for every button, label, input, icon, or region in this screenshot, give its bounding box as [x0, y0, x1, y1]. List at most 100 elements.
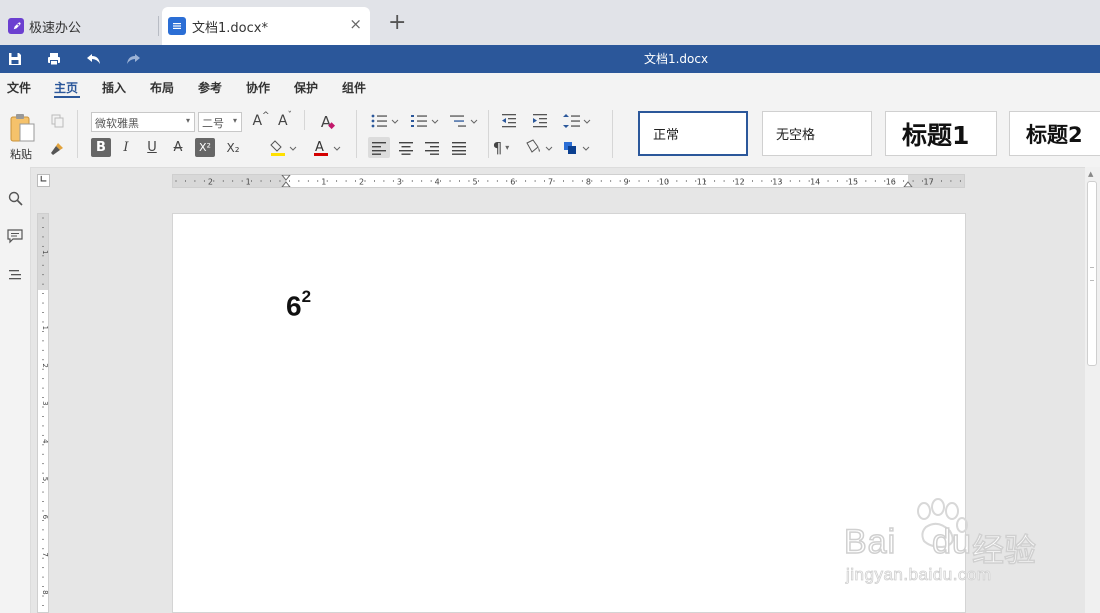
rocket-icon [8, 18, 24, 34]
ruler-label: 3 [397, 178, 402, 187]
subscript-button[interactable]: X₂ [222, 138, 244, 157]
shading-icon[interactable] [522, 137, 554, 158]
ruler-label: 5 [472, 178, 477, 187]
bullet-list-icon[interactable] [370, 112, 400, 130]
divider [612, 110, 613, 158]
format-painter-icon[interactable] [48, 140, 66, 158]
baidu-watermark: Baixxdu 经验 jingyan.baidu.com [842, 497, 1052, 597]
style-heading-2[interactable]: 标题2 [1009, 111, 1100, 156]
font-color-button[interactable]: A [313, 138, 343, 157]
numbered-list-icon[interactable] [410, 112, 440, 130]
decrease-indent-icon[interactable] [500, 112, 518, 130]
menu-layout[interactable]: 布局 [150, 79, 174, 96]
ruler-label: 10 [659, 178, 669, 187]
style-heading-1[interactable]: 标题1 [885, 111, 997, 156]
menu-home[interactable]: 主页 [54, 79, 78, 96]
document-icon [168, 17, 186, 35]
ruler-label: 16 [886, 178, 896, 187]
save-icon[interactable] [6, 50, 24, 68]
ruler-label: 15 [848, 178, 858, 187]
menu-protect[interactable]: 保护 [294, 79, 318, 96]
font-color-icon: A [314, 140, 341, 156]
divider [356, 110, 357, 158]
ruler-label: 1 [246, 178, 251, 187]
document-text[interactable]: 62 [286, 287, 311, 322]
strikethrough-button[interactable]: A [169, 138, 187, 157]
multilevel-list-icon[interactable] [449, 112, 479, 130]
align-center-icon[interactable] [396, 137, 416, 158]
vertical-ruler-label: 4 [41, 439, 48, 444]
menu-insert[interactable]: 插入 [102, 79, 126, 96]
vertical-ruler-label: 6 [41, 515, 48, 520]
tab-document-label: 文档1.docx* [192, 20, 268, 36]
vertical-ruler-label: 8 [41, 590, 48, 594]
font-size-select[interactable]: 二号 ▾ [198, 112, 242, 132]
paste-button[interactable] [8, 112, 38, 144]
tab-app-home[interactable]: 极速办公 [0, 7, 158, 45]
add-tab-icon[interactable]: + [388, 12, 406, 34]
font-family-select[interactable]: 微软雅黑 ▾ [91, 112, 195, 132]
paste-icon [10, 114, 35, 142]
grow-font-icon[interactable]: A ^ [252, 111, 270, 130]
borders-icon[interactable] [562, 137, 592, 158]
tab-bar: 极速办公 文档1.docx* × + [0, 0, 1100, 45]
ribbon-toolbar: 粘贴 微软雅黑 ▾ 二号 ▾ A ^ Aˇ A ◆ B I U A X² X₂ A [0, 100, 1100, 168]
line-spacing-icon[interactable] [562, 112, 592, 130]
tab-stop-selector[interactable]: ∟ [37, 174, 50, 187]
shrink-font-icon[interactable]: Aˇ [276, 111, 294, 130]
paste-label: 粘贴 [10, 148, 32, 161]
style-no-spacing[interactable]: 无空格 [762, 111, 872, 156]
document-title: 文档1.docx [643, 52, 709, 66]
italic-button[interactable]: I [117, 138, 135, 157]
ruler-label: 6 [510, 178, 515, 187]
ruler-label: 2 [359, 178, 364, 187]
justify-icon[interactable] [449, 137, 469, 158]
tab-document[interactable]: 文档1.docx* × [162, 7, 370, 45]
superscript-button[interactable]: X² [195, 138, 215, 157]
style-normal[interactable]: 正常 [638, 111, 748, 156]
clear-format-icon[interactable]: A ◆ [318, 112, 338, 132]
ruler-label: 2 [208, 178, 213, 187]
increase-indent-icon[interactable] [531, 112, 549, 130]
divider [77, 110, 78, 158]
scrollbar-thumb[interactable] [1087, 181, 1097, 366]
align-right-icon[interactable] [422, 137, 442, 158]
active-menu-indicator [54, 96, 80, 98]
ruler-label: 9 [624, 178, 629, 187]
scroll-up-icon[interactable]: ▲ [1088, 170, 1093, 178]
highlight-color-button[interactable] [268, 138, 298, 157]
svg-text:A: A [315, 140, 324, 155]
base-number: 6 [286, 290, 302, 322]
copy-icon[interactable] [49, 112, 67, 130]
ruler-label: 8 [586, 178, 591, 187]
paragraph-mark-icon[interactable]: ¶ ▾ [486, 137, 516, 158]
menu-file[interactable]: 文件 [7, 79, 31, 96]
undo-icon[interactable] [85, 50, 103, 68]
align-left-icon [372, 141, 386, 155]
menu-references[interactable]: 参考 [198, 79, 222, 96]
redo-icon[interactable] [124, 50, 142, 68]
align-left-button[interactable] [368, 137, 390, 158]
bold-button[interactable]: B [91, 138, 111, 157]
ruler-label: 13 [772, 178, 782, 187]
ruler-label: 17 [924, 178, 934, 187]
ruler-label: 1 [321, 178, 326, 187]
chevron-down-icon: ▾ [232, 116, 237, 125]
horizontal-ruler[interactable]: 2 1 1 2 3 4 5 6 7 8 9 10 11 12 13 14 15 16 17 [172, 174, 965, 188]
vertical-ruler-scale: 1 1 2 3 4 5 6 7 8 [38, 214, 48, 606]
highlighter-icon [270, 139, 297, 156]
close-icon[interactable]: × [349, 15, 362, 33]
title-bar: 文档1.docx [0, 45, 1100, 73]
divider [304, 110, 305, 130]
navigation-icon[interactable] [6, 266, 24, 284]
menu-collaborate[interactable]: 协作 [246, 79, 270, 96]
menu-plugins[interactable]: 组件 [342, 79, 366, 96]
vertical-ruler[interactable]: 1 1 2 3 4 5 6 7 8 [37, 213, 49, 613]
underline-button[interactable]: U [143, 138, 161, 157]
print-icon[interactable] [45, 50, 63, 68]
ruler-label: 12 [735, 178, 745, 187]
search-icon[interactable] [6, 189, 24, 207]
vertical-scrollbar[interactable]: ▲ [1085, 167, 1100, 613]
vertical-ruler-label: 1 [41, 326, 48, 330]
comments-icon[interactable] [6, 227, 24, 245]
